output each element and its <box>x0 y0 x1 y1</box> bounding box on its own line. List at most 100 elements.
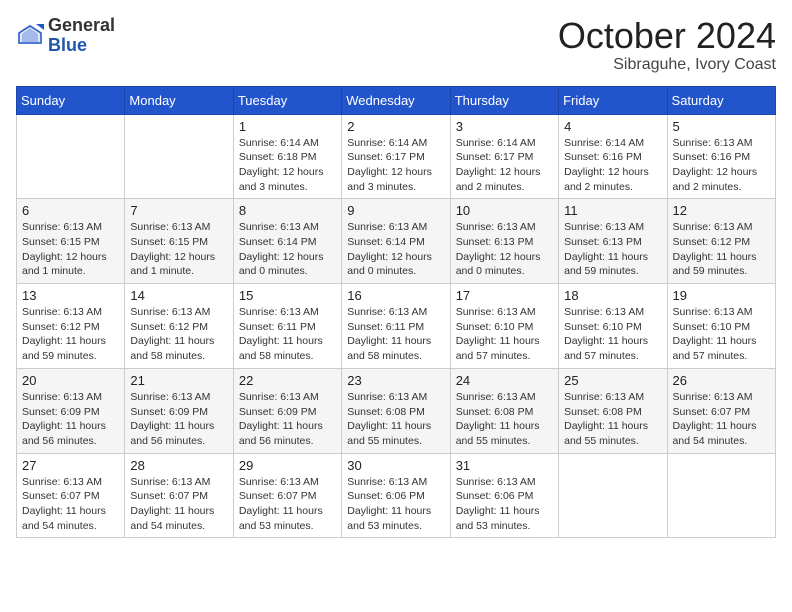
calendar-cell: 17 Sunrise: 6:13 AM Sunset: 6:10 PM Dayli… <box>450 284 558 369</box>
calendar-cell: 21Sunrise: 6:13 AM Sunset: 6:09 PM Dayli… <box>125 368 233 453</box>
calendar-week-1: 1 Sunrise: 6:14 AM Sunset: 6:18 PM Daylig… <box>17 114 776 199</box>
calendar-header: SundayMondayTuesdayWednesdayThursdayFrid… <box>17 86 776 114</box>
calendar-cell: 7Sunrise: 6:13 AM Sunset: 6:15 PM Daylig… <box>125 199 233 284</box>
calendar-cell: 22 Sunrise: 6:13 AM Sunset: 6:09 PM Dayli… <box>233 368 341 453</box>
day-number: 4 <box>564 119 661 134</box>
calendar-cell <box>17 114 125 199</box>
month-title: October 2024 <box>558 16 776 56</box>
location-title: Sibraguhe, Ivory Coast <box>558 56 776 74</box>
day-number: 13 <box>22 288 119 303</box>
logo-icon <box>16 22 44 50</box>
logo-blue: Blue <box>48 36 115 56</box>
day-detail: Sunrise: 6:13 AM Sunset: 6:15 PM Dayligh… <box>22 220 119 279</box>
day-number: 17 <box>456 288 553 303</box>
calendar-cell: 29 Sunrise: 6:13 AM Sunset: 6:07 PM Dayli… <box>233 453 341 538</box>
weekday-row: SundayMondayTuesdayWednesdayThursdayFrid… <box>17 86 776 114</box>
day-detail: Sunrise: 6:14 AM Sunset: 6:16 PM Dayligh… <box>564 136 661 195</box>
day-detail: Sunrise: 6:13 AM Sunset: 6:14 PM Dayligh… <box>347 220 444 279</box>
day-number: 21 <box>130 373 227 388</box>
calendar-cell: 27 Sunrise: 6:13 AM Sunset: 6:07 PM Dayli… <box>17 453 125 538</box>
calendar-cell: 13 Sunrise: 6:13 AM Sunset: 6:12 PM Dayli… <box>17 284 125 369</box>
calendar-cell: 31 Sunrise: 6:13 AM Sunset: 6:06 PM Dayli… <box>450 453 558 538</box>
page-header: General Blue October 2024 Sibraguhe, Ivo… <box>16 16 776 74</box>
calendar-week-3: 13 Sunrise: 6:13 AM Sunset: 6:12 PM Dayli… <box>17 284 776 369</box>
calendar-cell: 25 Sunrise: 6:13 AM Sunset: 6:08 PM Dayli… <box>559 368 667 453</box>
day-detail: Sunrise: 6:13 AM Sunset: 6:10 PM Dayligh… <box>456 305 553 364</box>
day-number: 27 <box>22 458 119 473</box>
day-number: 26 <box>673 373 770 388</box>
day-detail: Sunrise: 6:13 AM Sunset: 6:10 PM Dayligh… <box>673 305 770 364</box>
calendar-cell: 9Sunrise: 6:13 AM Sunset: 6:14 PM Daylig… <box>342 199 450 284</box>
day-detail: Sunrise: 6:13 AM Sunset: 6:14 PM Dayligh… <box>239 220 336 279</box>
day-number: 25 <box>564 373 661 388</box>
day-detail: Sunrise: 6:13 AM Sunset: 6:11 PM Dayligh… <box>239 305 336 364</box>
calendar-cell: 14 Sunrise: 6:13 AM Sunset: 6:12 PM Dayli… <box>125 284 233 369</box>
day-number: 22 <box>239 373 336 388</box>
calendar-cell: 24 Sunrise: 6:13 AM Sunset: 6:08 PM Dayli… <box>450 368 558 453</box>
day-number: 2 <box>347 119 444 134</box>
day-number: 23 <box>347 373 444 388</box>
weekday-header-saturday: Saturday <box>667 86 775 114</box>
logo: General Blue <box>16 16 115 56</box>
calendar-cell: 26 Sunrise: 6:13 AM Sunset: 6:07 PM Dayli… <box>667 368 775 453</box>
day-detail: Sunrise: 6:14 AM Sunset: 6:18 PM Dayligh… <box>239 136 336 195</box>
weekday-header-friday: Friday <box>559 86 667 114</box>
calendar-cell: 12Sunrise: 6:13 AM Sunset: 6:12 PM Dayli… <box>667 199 775 284</box>
day-number: 15 <box>239 288 336 303</box>
day-detail: Sunrise: 6:13 AM Sunset: 6:10 PM Dayligh… <box>564 305 661 364</box>
weekday-header-sunday: Sunday <box>17 86 125 114</box>
calendar-cell: 3 Sunrise: 6:14 AM Sunset: 6:17 PM Daylig… <box>450 114 558 199</box>
day-detail: Sunrise: 6:13 AM Sunset: 6:08 PM Dayligh… <box>456 390 553 449</box>
day-detail: Sunrise: 6:13 AM Sunset: 6:13 PM Dayligh… <box>564 220 661 279</box>
calendar-cell: 16 Sunrise: 6:13 AM Sunset: 6:11 PM Dayli… <box>342 284 450 369</box>
day-number: 30 <box>347 458 444 473</box>
day-number: 20 <box>22 373 119 388</box>
weekday-header-thursday: Thursday <box>450 86 558 114</box>
day-number: 5 <box>673 119 770 134</box>
day-detail: Sunrise: 6:13 AM Sunset: 6:12 PM Dayligh… <box>22 305 119 364</box>
title-block: October 2024 Sibraguhe, Ivory Coast <box>558 16 776 74</box>
day-detail: Sunrise: 6:14 AM Sunset: 6:17 PM Dayligh… <box>456 136 553 195</box>
day-number: 29 <box>239 458 336 473</box>
day-number: 3 <box>456 119 553 134</box>
day-number: 16 <box>347 288 444 303</box>
day-detail: Sunrise: 6:13 AM Sunset: 6:12 PM Dayligh… <box>673 220 770 279</box>
calendar-table: SundayMondayTuesdayWednesdayThursdayFrid… <box>16 86 776 539</box>
day-detail: Sunrise: 6:13 AM Sunset: 6:06 PM Dayligh… <box>456 475 553 534</box>
day-number: 24 <box>456 373 553 388</box>
calendar-cell: 5 Sunrise: 6:13 AM Sunset: 6:16 PM Daylig… <box>667 114 775 199</box>
day-detail: Sunrise: 6:13 AM Sunset: 6:16 PM Dayligh… <box>673 136 770 195</box>
logo-general: General <box>48 16 115 36</box>
day-number: 6 <box>22 203 119 218</box>
calendar-cell <box>125 114 233 199</box>
calendar-cell: 28 Sunrise: 6:13 AM Sunset: 6:07 PM Dayli… <box>125 453 233 538</box>
day-detail: Sunrise: 6:13 AM Sunset: 6:09 PM Dayligh… <box>239 390 336 449</box>
day-number: 18 <box>564 288 661 303</box>
calendar-cell: 1 Sunrise: 6:14 AM Sunset: 6:18 PM Daylig… <box>233 114 341 199</box>
day-detail: Sunrise: 6:14 AM Sunset: 6:17 PM Dayligh… <box>347 136 444 195</box>
calendar-cell: 30 Sunrise: 6:13 AM Sunset: 6:06 PM Dayli… <box>342 453 450 538</box>
day-detail: Sunrise: 6:13 AM Sunset: 6:07 PM Dayligh… <box>673 390 770 449</box>
day-number: 1 <box>239 119 336 134</box>
day-detail: Sunrise: 6:13 AM Sunset: 6:07 PM Dayligh… <box>239 475 336 534</box>
weekday-header-wednesday: Wednesday <box>342 86 450 114</box>
calendar-cell: 15 Sunrise: 6:13 AM Sunset: 6:11 PM Dayli… <box>233 284 341 369</box>
day-detail: Sunrise: 6:13 AM Sunset: 6:08 PM Dayligh… <box>564 390 661 449</box>
day-detail: Sunrise: 6:13 AM Sunset: 6:07 PM Dayligh… <box>130 475 227 534</box>
day-number: 7 <box>130 203 227 218</box>
day-detail: Sunrise: 6:13 AM Sunset: 6:06 PM Dayligh… <box>347 475 444 534</box>
calendar-cell: 18 Sunrise: 6:13 AM Sunset: 6:10 PM Dayli… <box>559 284 667 369</box>
day-number: 28 <box>130 458 227 473</box>
calendar-cell: 10Sunrise: 6:13 AM Sunset: 6:13 PM Dayli… <box>450 199 558 284</box>
calendar-week-5: 27 Sunrise: 6:13 AM Sunset: 6:07 PM Dayli… <box>17 453 776 538</box>
day-detail: Sunrise: 6:13 AM Sunset: 6:12 PM Dayligh… <box>130 305 227 364</box>
day-number: 14 <box>130 288 227 303</box>
calendar-cell: 6 Sunrise: 6:13 AM Sunset: 6:15 PM Daylig… <box>17 199 125 284</box>
day-number: 10 <box>456 203 553 218</box>
day-number: 8 <box>239 203 336 218</box>
weekday-header-monday: Monday <box>125 86 233 114</box>
day-detail: Sunrise: 6:13 AM Sunset: 6:11 PM Dayligh… <box>347 305 444 364</box>
day-number: 31 <box>456 458 553 473</box>
day-detail: Sunrise: 6:13 AM Sunset: 6:07 PM Dayligh… <box>22 475 119 534</box>
weekday-header-tuesday: Tuesday <box>233 86 341 114</box>
